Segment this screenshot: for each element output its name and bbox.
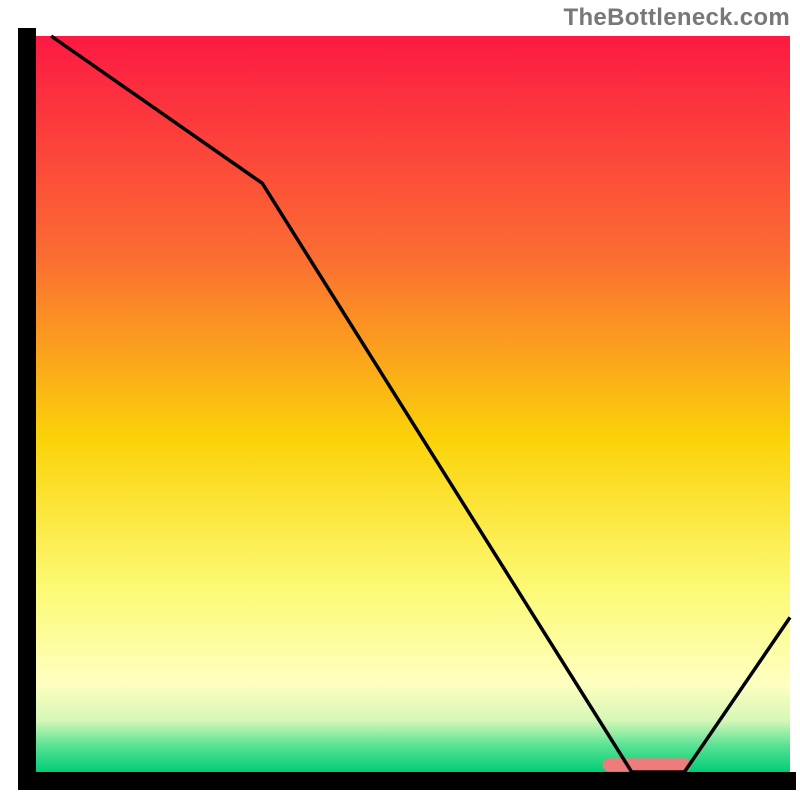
- chart-frame: TheBottleneck.com: [0, 0, 800, 800]
- x-axis: [18, 772, 796, 790]
- bottleneck-chart: [0, 0, 800, 800]
- y-axis: [18, 28, 36, 790]
- plot-background: [36, 36, 790, 772]
- watermark-text: TheBottleneck.com: [564, 4, 790, 32]
